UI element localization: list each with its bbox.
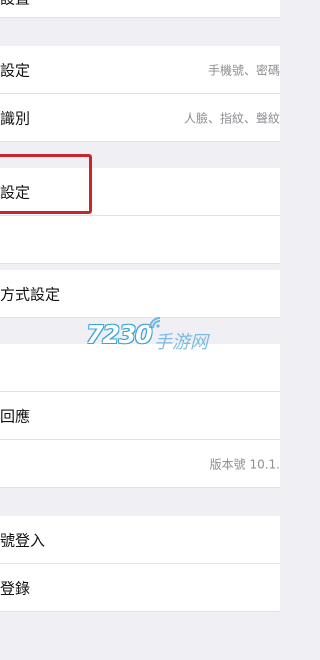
highlight-box bbox=[0, 154, 92, 214]
blank-row[interactable] bbox=[0, 216, 280, 264]
identification-row[interactable]: 識別 人臉、指紋、聲紋 bbox=[0, 94, 280, 142]
row-label: 方式設定 bbox=[0, 285, 61, 303]
feedback-row[interactable]: 回應 bbox=[0, 392, 280, 440]
logout-row[interactable]: 登錄 bbox=[0, 564, 280, 612]
version-row: 版本號 10.1. bbox=[0, 440, 280, 488]
row-label: 回應 bbox=[0, 407, 31, 425]
row-label: 識別 bbox=[0, 109, 31, 127]
row-label: 號登入 bbox=[0, 531, 46, 549]
row-detail: 手機號、密碼 bbox=[207, 63, 280, 77]
method-settings-row[interactable]: 方式設定 bbox=[0, 270, 280, 318]
account-settings-row[interactable]: 設定 手機號、密碼 bbox=[0, 46, 280, 94]
watermark-name: 手游网 bbox=[154, 332, 208, 353]
account-login-row[interactable]: 號登入 bbox=[0, 516, 280, 564]
settings-row[interactable]: 設置 bbox=[0, 0, 280, 18]
row-label: 登錄 bbox=[0, 579, 31, 597]
watermark-number: 7230 bbox=[86, 320, 153, 349]
row-detail: 人臉、指紋、聲紋 bbox=[183, 111, 280, 125]
row-label: 設定 bbox=[0, 61, 31, 79]
version-detail: 版本號 10.1. bbox=[209, 457, 280, 471]
watermark-logo: 7230 手游网 bbox=[82, 314, 222, 358]
settings-label: 設置 bbox=[0, 0, 30, 8]
